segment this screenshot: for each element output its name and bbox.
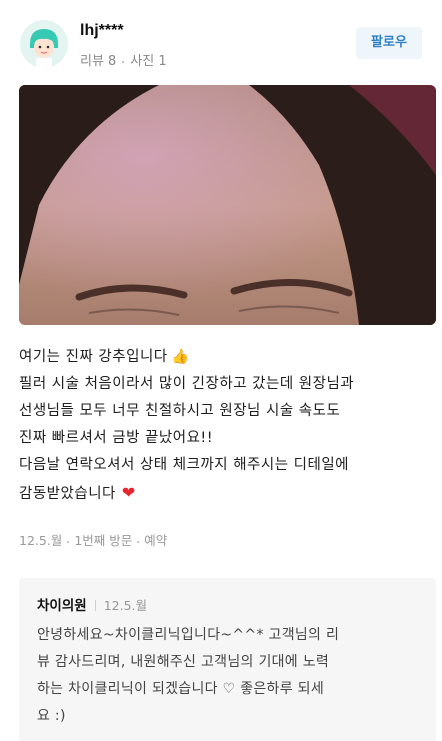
visit-count: 1번째 방문 [74, 533, 133, 548]
visit-date: 12.5.월 [19, 533, 63, 548]
review-count: 리뷰 8 [80, 54, 117, 69]
dot-separator [67, 540, 70, 543]
reply-line: 하는 차이클리닉이 되겠습니다 ♡ 좋은하루 되세 [37, 681, 325, 697]
review-line: 감동받았습니다 ❤ [19, 483, 136, 502]
review-line: 여기는 진짜 강추입니다 👍 [19, 349, 190, 365]
reply-date: 12.5.월 [103, 598, 147, 613]
username[interactable]: lhj**** [80, 22, 124, 40]
reply-body: 안녕하세요~차이클리닉입니다~^^* 고객님의 리 뷰 감사드리며, 내원해주신… [37, 622, 418, 730]
reply-header: 차이의원 12.5.월 [37, 594, 418, 614]
reply-line: 안녕하세요~차이클리닉입니다~^^* 고객님의 리 [37, 627, 340, 643]
visit-info: 12.5.월 1번째 방문 예약 [19, 530, 167, 549]
dot-separator [137, 540, 140, 543]
owner-reply: 차이의원 12.5.월 안녕하세요~차이클리닉입니다~^^* 고객님의 리 뷰 감… [19, 578, 436, 741]
review-body: 여기는 진짜 강추입니다 👍 필러 시술 처음이라서 많이 긴장하고 갔는데 원장… [19, 344, 431, 508]
reply-author: 차이의원 [37, 598, 87, 614]
divider [94, 600, 96, 611]
follow-button[interactable]: 팔로우 [356, 27, 422, 59]
reply-line: 요 :) [37, 708, 66, 724]
photo-count: 사진 1 [130, 54, 167, 69]
review-line: 필러 시술 처음이라서 많이 긴장하고 갔는데 원장님과 [19, 376, 355, 392]
dot-separator [122, 60, 125, 63]
review-line: 진짜 빠르셔서 금방 끝났어요!! [19, 430, 214, 446]
thumbs-up-icon: 👍 [171, 349, 190, 365]
avatar[interactable] [20, 20, 68, 68]
reply-line: 뷰 감사드리며, 내원해주신 고객님의 기대에 노력 [37, 654, 330, 670]
review-photo-image [19, 85, 436, 325]
user-avatar-icon [20, 20, 68, 68]
review-line: 선생님들 모두 너무 친절하시고 원장님 시술 속도도 [19, 403, 341, 419]
visit-type: 예약 [144, 533, 168, 548]
review-header: lhj**** 리뷰 8 사진 1 팔로우 [20, 20, 422, 70]
review-photo[interactable] [19, 85, 436, 325]
heart-icon: ❤ [121, 483, 136, 502]
user-stats: 리뷰 8 사진 1 [80, 50, 167, 69]
review-line: 다음날 연락오셔서 상태 체크까지 해주시는 디테일에 [19, 457, 350, 473]
